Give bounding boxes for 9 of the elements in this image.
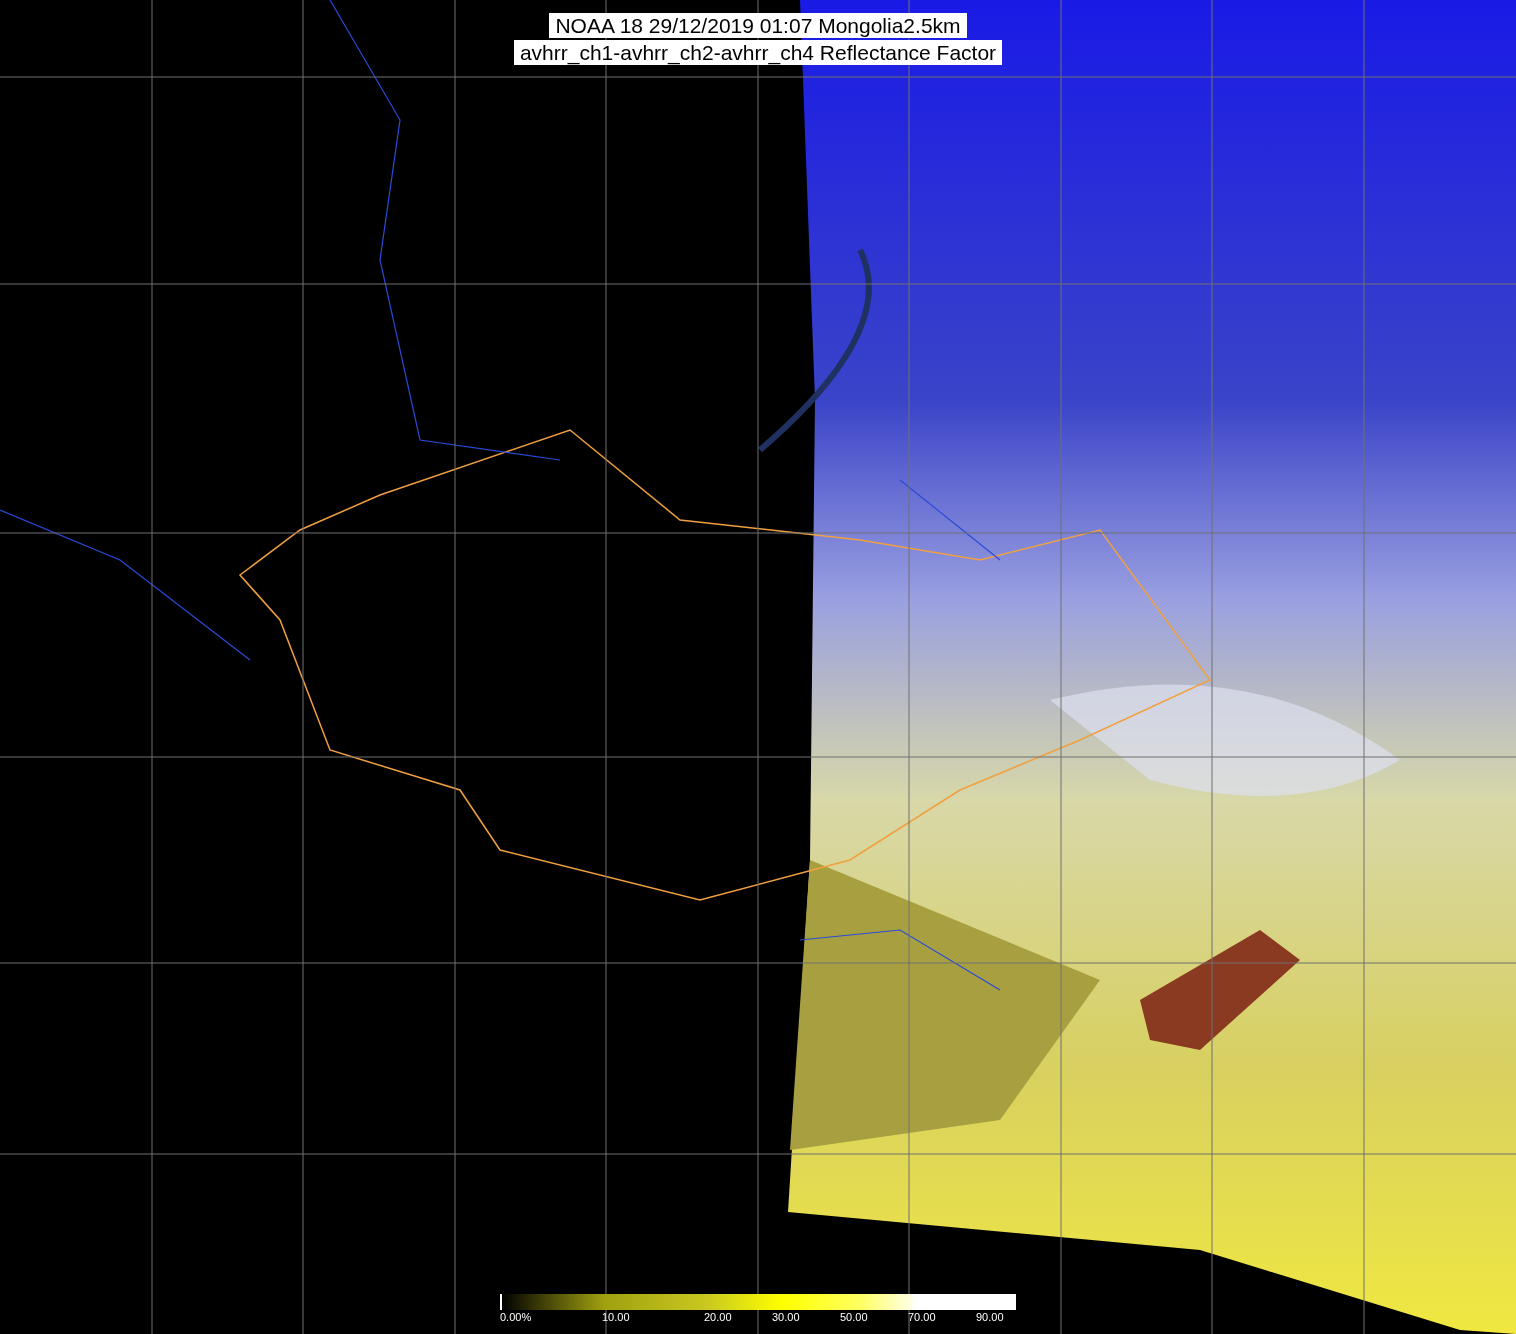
scale-label: 70.00 — [908, 1311, 936, 1323]
scale-label: 0.00% — [500, 1311, 532, 1323]
scale-label: 90.00 — [976, 1311, 1004, 1323]
image-subtitle: avhrr_ch1-avhrr_ch2-avhrr_ch4 Reflectance Factor — [513, 40, 1003, 65]
scale-label: 30.00 — [772, 1311, 800, 1323]
scale-label: 50.00 — [840, 1311, 868, 1323]
image-title: NOAA 18 29/12/2019 01:07 Mongolia2.5km — [549, 13, 967, 38]
scale-label: 10.00 — [602, 1311, 630, 1323]
scale-label: 20.00 — [704, 1311, 732, 1323]
